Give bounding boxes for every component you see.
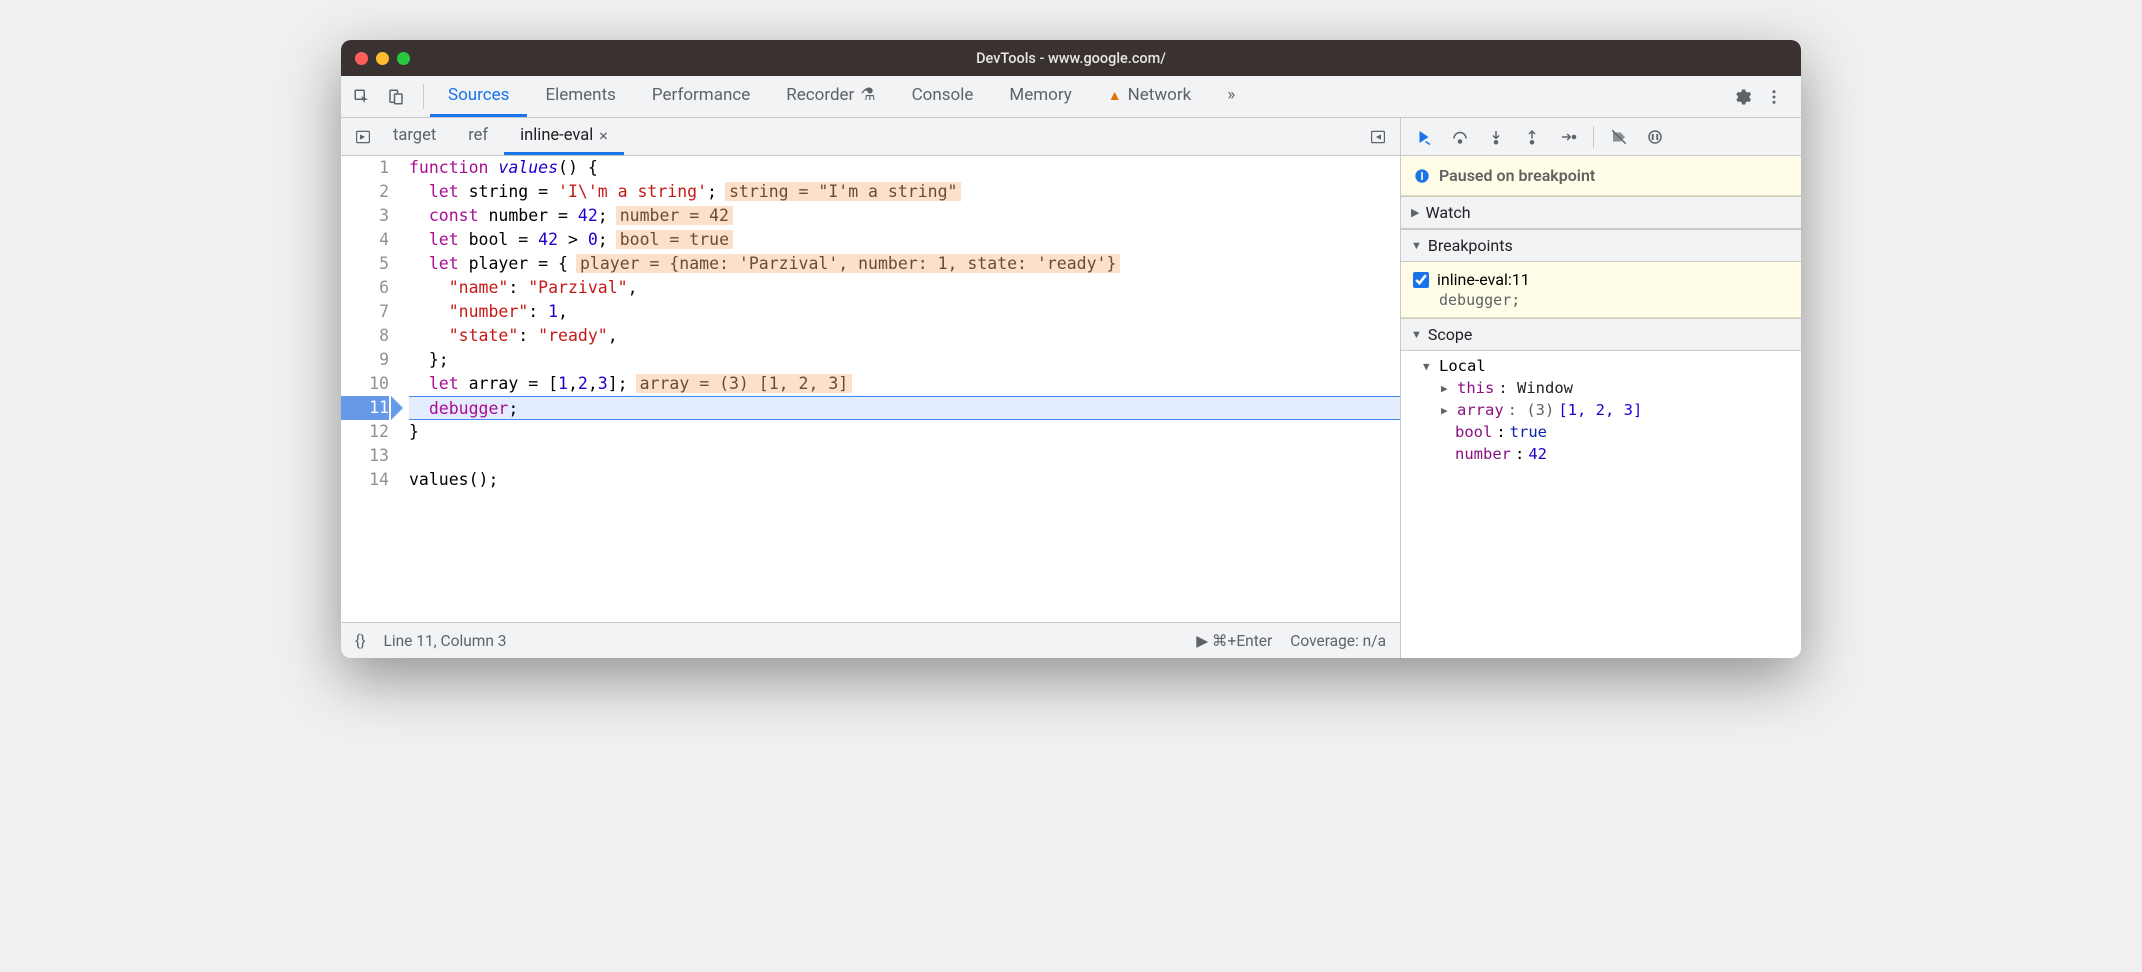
navigator-toggle-icon[interactable]: [349, 122, 377, 152]
file-tab-ref[interactable]: ref: [452, 118, 504, 155]
run-hint[interactable]: ▶ ⌘+Enter: [1196, 632, 1272, 650]
step-icon[interactable]: [1553, 122, 1583, 152]
scope-var-array[interactable]: ▶ array: (3) [1, 2, 3]: [1401, 399, 1801, 421]
devtools-window: DevTools - www.google.com/ Sources Eleme…: [341, 40, 1801, 658]
line-number-current[interactable]: 11: [341, 396, 389, 420]
chevron-down-icon: ▼: [1411, 239, 1422, 252]
step-into-icon[interactable]: [1481, 122, 1511, 152]
scope-var-this[interactable]: ▶ this: Window: [1401, 377, 1801, 399]
deactivate-breakpoints-icon[interactable]: [1604, 122, 1634, 152]
line-number[interactable]: 4: [341, 228, 389, 252]
code-body[interactable]: function values() { let string = 'I\'m a…: [403, 156, 1400, 622]
more-tabs-icon[interactable]: [1364, 122, 1392, 152]
line-number[interactable]: 12: [341, 420, 389, 444]
minimize-window-button[interactable]: [376, 52, 389, 65]
breakpoints-panel-header[interactable]: ▼ Breakpoints: [1401, 229, 1801, 262]
window-controls: [355, 52, 410, 65]
close-window-button[interactable]: [355, 52, 368, 65]
chevron-down-icon: ▼: [1411, 328, 1422, 341]
breakpoint-checkbox[interactable]: [1413, 272, 1429, 288]
titlebar: DevTools - www.google.com/: [341, 40, 1801, 76]
resume-icon[interactable]: [1409, 122, 1439, 152]
scope-var-bool[interactable]: bool: true: [1401, 421, 1801, 443]
inline-value: number = 42: [616, 206, 733, 225]
line-number[interactable]: 8: [341, 324, 389, 348]
debugger-toolbar: [1401, 118, 1801, 156]
format-code-icon[interactable]: {}: [355, 632, 366, 650]
pause-on-exceptions-icon[interactable]: [1640, 122, 1670, 152]
line-number[interactable]: 3: [341, 204, 389, 228]
tab-memory[interactable]: Memory: [991, 76, 1089, 117]
breakpoint-code: debugger;: [1413, 289, 1789, 309]
file-tab-target[interactable]: target: [377, 118, 452, 155]
paused-banner: Paused on breakpoint: [1401, 156, 1801, 196]
paused-message: Paused on breakpoint: [1439, 166, 1595, 185]
main-tabbar: Sources Elements Performance Recorder⚗ C…: [341, 76, 1801, 118]
line-number[interactable]: 10: [341, 372, 389, 396]
file-tab-inline-eval[interactable]: inline-eval×: [504, 118, 624, 155]
file-tabbar: target ref inline-eval×: [341, 118, 1400, 156]
close-icon[interactable]: ×: [599, 126, 608, 145]
editor-statusbar: {} Line 11, Column 3 ▶ ⌘+Enter Coverage:…: [341, 622, 1400, 658]
sources-pane: target ref inline-eval× 1 2 3 4 5 6 7 8: [341, 118, 1401, 658]
inline-value: array = (3) [1, 2, 3]: [636, 374, 853, 393]
chevron-right-icon: ▶: [1441, 382, 1451, 395]
line-number[interactable]: 14: [341, 468, 389, 492]
fullscreen-window-button[interactable]: [397, 52, 410, 65]
line-number[interactable]: 7: [341, 300, 389, 324]
line-number[interactable]: 1: [341, 156, 389, 180]
inspect-element-icon[interactable]: [347, 82, 377, 112]
chevron-down-icon: ▼: [1423, 360, 1433, 373]
tab-performance[interactable]: Performance: [634, 76, 768, 117]
chevron-right-icon: ▶: [1441, 404, 1451, 417]
line-gutter[interactable]: 1 2 3 4 5 6 7 8 9 10 11 12 13 14: [341, 156, 403, 622]
inline-value: player = {name: 'Parzival', number: 1, s…: [576, 254, 1120, 273]
tab-network[interactable]: ▲Network: [1090, 76, 1209, 117]
tab-overflow[interactable]: »: [1209, 76, 1253, 117]
inline-value: string = "I'm a string": [725, 182, 961, 201]
settings-icon[interactable]: [1727, 82, 1757, 112]
line-number[interactable]: 6: [341, 276, 389, 300]
step-out-icon[interactable]: [1517, 122, 1547, 152]
breakpoint-item[interactable]: inline-eval:11 debugger;: [1401, 262, 1801, 318]
inline-value: bool = true: [616, 230, 733, 249]
watch-panel-header[interactable]: ▶ Watch: [1401, 196, 1801, 229]
tab-sources[interactable]: Sources: [430, 76, 527, 117]
code-editor[interactable]: 1 2 3 4 5 6 7 8 9 10 11 12 13 14 functio…: [341, 156, 1400, 622]
line-number[interactable]: 5: [341, 252, 389, 276]
scope-var-number[interactable]: number: 42: [1401, 443, 1801, 465]
breakpoint-label: inline-eval:11: [1437, 270, 1530, 289]
tab-recorder[interactable]: Recorder⚗: [768, 76, 893, 117]
line-number[interactable]: 13: [341, 444, 389, 468]
execution-line: debugger;: [409, 396, 1400, 420]
cursor-position: Line 11, Column 3: [384, 632, 507, 650]
scope-local-header[interactable]: ▼ Local: [1401, 355, 1801, 377]
scope-body: ▼ Local ▶ this: Window ▶ array: (3) [1, …: [1401, 351, 1801, 473]
warning-icon: ▲: [1108, 87, 1122, 104]
coverage-status: Coverage: n/a: [1290, 632, 1386, 650]
device-toggle-icon[interactable]: [381, 82, 411, 112]
debugger-pane: Paused on breakpoint ▶ Watch ▼ Breakpoin…: [1401, 118, 1801, 658]
kebab-menu-icon[interactable]: [1759, 82, 1789, 112]
tab-console[interactable]: Console: [894, 76, 992, 117]
line-number[interactable]: 2: [341, 180, 389, 204]
tab-elements[interactable]: Elements: [527, 76, 633, 117]
step-over-icon[interactable]: [1445, 122, 1475, 152]
window-title: DevTools - www.google.com/: [976, 50, 1166, 67]
scope-panel-header[interactable]: ▼ Scope: [1401, 318, 1801, 351]
line-number[interactable]: 9: [341, 348, 389, 372]
flask-icon: ⚗: [860, 85, 875, 105]
chevron-right-icon: ▶: [1411, 206, 1419, 219]
info-icon: [1413, 167, 1431, 185]
